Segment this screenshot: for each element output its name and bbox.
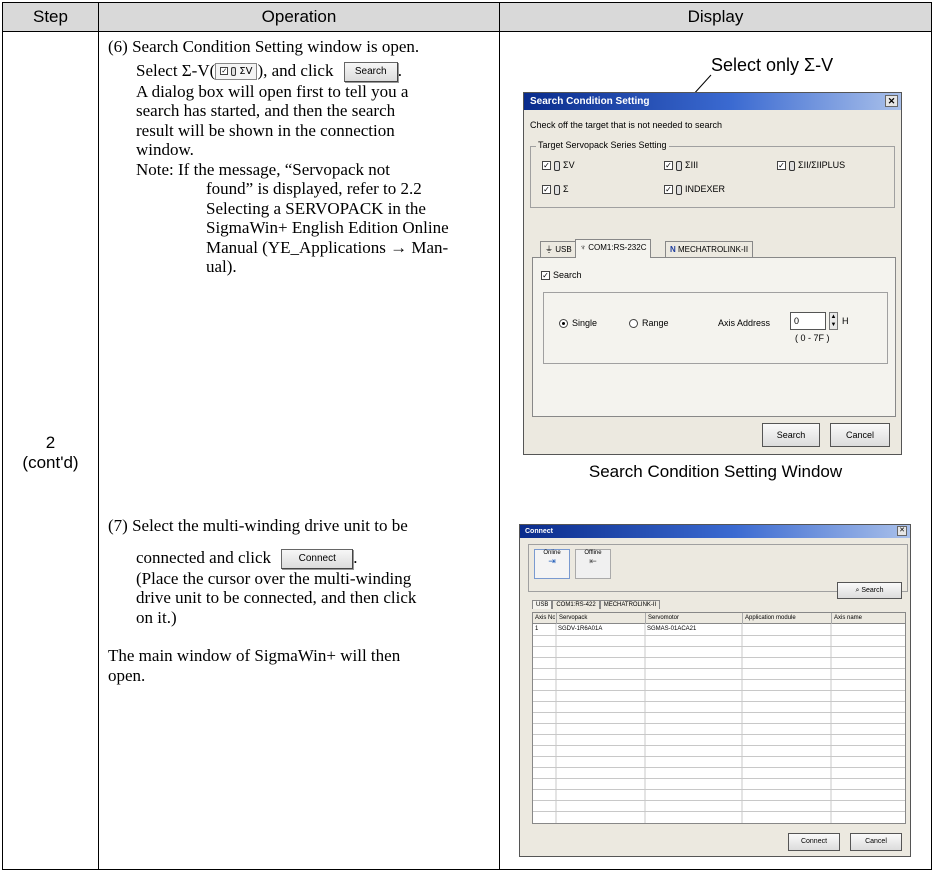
radio-range-label: Range: [642, 318, 669, 328]
tab-usb[interactable]: USB: [532, 600, 553, 609]
tab-label: COM1:RS-422: [556, 602, 596, 608]
offline-button[interactable]: Offline ⇤: [575, 549, 611, 579]
tab-label: USB: [536, 602, 549, 608]
search-window-caption: Search Condition Setting Window: [588, 462, 843, 481]
op7-paren-line: drive unit to be connected, and then cli…: [136, 588, 417, 608]
target-series-group: [530, 146, 895, 208]
connect-button[interactable]: Connect: [788, 833, 840, 851]
target-series-group-label: Target Servopack Series Setting: [536, 140, 669, 150]
op7-main-line: The main window of SigmaWin+ will then: [108, 646, 401, 666]
series-checkbox-sigma-v[interactable]: ✓ ΣV: [542, 160, 575, 171]
op7-paren: (Place the cursor over the multi-winding…: [108, 569, 493, 628]
connect-window-title: Connect: [525, 528, 553, 535]
tab-usb[interactable]: ⏚ USB: [540, 241, 577, 258]
op7-line2-end: .: [353, 547, 358, 567]
search-checkbox-label: Search: [553, 270, 582, 280]
connect-button-sample: Connect: [281, 548, 354, 569]
tab-label: MECHATROLINK-II: [603, 602, 657, 608]
tab-label: MECHATROLINK-II: [678, 245, 749, 254]
tab-com1-rs422[interactable]: COM1:RS-422: [552, 600, 600, 609]
op7-main: The main window of SigmaWin+ will then o…: [108, 646, 493, 685]
tab-panel: ✓ Search Single Range Axis Address 0 ▲ ▼ H…: [532, 257, 896, 417]
radio-single[interactable]: Single: [559, 318, 598, 329]
procedure-table: Step Operation Display 2 (cont'd) (6) Se…: [2, 2, 932, 870]
series-label: ΣII/ΣIIPLUS: [798, 160, 846, 170]
tab-label: USB: [555, 245, 572, 254]
series-checkbox-sigma[interactable]: ✓ Σ: [542, 184, 569, 195]
radio-single-label: Single: [572, 318, 598, 328]
series-checkbox-sigma-ii[interactable]: ✓ ΣII/ΣIIPLUS: [777, 160, 845, 171]
search-label: Search: [861, 587, 884, 594]
axis-range: ( 0 - 7F ): [795, 333, 830, 343]
tab-mechatrolink[interactable]: MECHATROLINK-II: [599, 600, 661, 609]
plug-icon: ♆: [580, 243, 589, 252]
search-button[interactable]: Search: [762, 423, 820, 447]
series-checkbox-sigma-iii[interactable]: ✓ ΣIII: [664, 160, 698, 171]
connect-cancel-button[interactable]: Cancel: [850, 833, 902, 851]
plug-connected-icon: ⇥: [548, 556, 556, 566]
axis-address-spinner[interactable]: ▲ ▼: [829, 312, 838, 330]
op7-paren-line: on it.): [136, 607, 177, 627]
search-window-title: Search Condition Setting: [530, 96, 650, 107]
tab-mechatrolink[interactable]: N MECHATROLINK-II: [665, 241, 754, 258]
series-label: INDEXER: [685, 184, 726, 194]
close-icon[interactable]: ✕: [897, 526, 907, 536]
tab-com1-rs232c[interactable]: ♆ COM1:RS-232C: [575, 239, 652, 258]
usb-icon: ⏚: [545, 245, 556, 254]
series-label: ΣV: [563, 160, 575, 170]
tab-label: COM1:RS-232C: [588, 243, 647, 252]
series-label: Σ: [563, 184, 569, 194]
connect-window: Connect ✕ Online ⇥ Offline ⇤ ⌕ Search USB C…: [519, 524, 911, 857]
grid-lines: [533, 624, 905, 823]
op7-connect-line: connected and click Connect.: [108, 548, 493, 569]
axis-address-label: Axis Address: [718, 318, 771, 328]
connect-tabs: USB COM1:RS-422 MECHATROLINK-II: [532, 600, 661, 609]
step-number: 2 (cont'd): [3, 433, 98, 473]
series-label: ΣIII: [685, 160, 699, 170]
search-instruction: Check off the target that is not needed …: [530, 120, 722, 130]
operation-step-7: (7) Select the multi-winding drive unit …: [108, 516, 493, 685]
close-icon[interactable]: ✕: [885, 95, 898, 107]
connect-search-button[interactable]: ⌕ Search: [837, 582, 902, 599]
plug-disconnected-icon: ⇤: [589, 556, 597, 566]
radio-range[interactable]: Range: [629, 318, 669, 329]
network-icon: N: [670, 245, 678, 254]
op7-paren-line: (Place the cursor over the multi-winding: [136, 568, 412, 588]
op7-line2-prefix: connected and click: [136, 547, 271, 567]
servopack-grid: Axis No. Servopack Servomotor Applicatio…: [532, 612, 906, 824]
connect-window-titlebar: Connect: [520, 525, 910, 538]
step-number-value: 2: [45, 433, 56, 452]
online-button[interactable]: Online ⇥: [534, 549, 570, 579]
step-cont-label: (cont'd): [22, 453, 79, 472]
series-checkbox-indexer[interactable]: ✓ INDEXER: [664, 184, 725, 195]
search-checkbox[interactable]: ✓ Search: [541, 270, 582, 281]
axis-address-input[interactable]: 0: [790, 312, 826, 330]
op7-main-line: open.: [108, 665, 146, 685]
search-window-titlebar: Search Condition Setting ✕: [524, 93, 901, 110]
axis-unit: H: [842, 316, 849, 326]
cancel-button[interactable]: Cancel: [830, 423, 890, 447]
op7-heading: (7) Select the multi-winding drive unit …: [108, 516, 408, 535]
search-condition-window: Search Condition Setting ✕ Check off the…: [523, 92, 902, 455]
